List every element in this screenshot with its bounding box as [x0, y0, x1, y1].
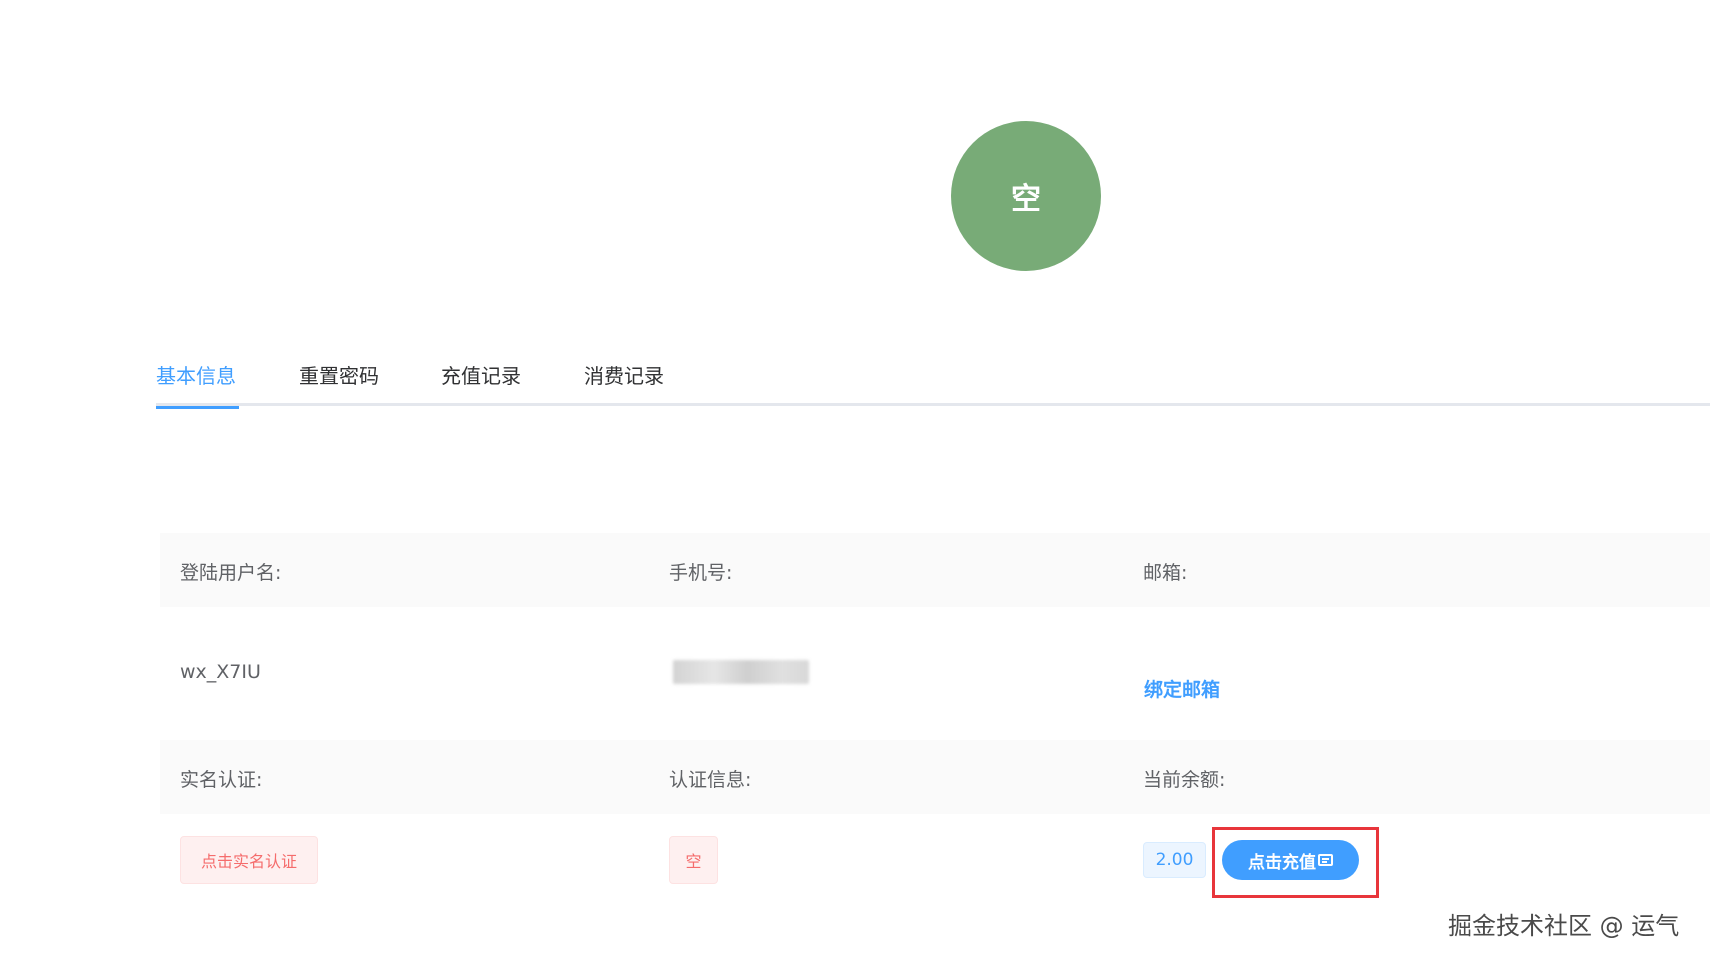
balance-value: 2.00: [1155, 850, 1194, 870]
cert-info-tag: 空: [669, 836, 718, 884]
tab-label: 消费记录: [584, 364, 664, 388]
recharge-button[interactable]: 点击充值: [1222, 840, 1359, 880]
info-label-row-2: [160, 740, 1710, 814]
username-value: wx_X7IU: [180, 661, 261, 683]
realname-verify-label: 点击实名认证: [200, 852, 297, 871]
bind-email-link[interactable]: 绑定邮箱: [1144, 675, 1220, 702]
email-label: 邮箱:: [1143, 562, 1188, 584]
balance-tag: 2.00: [1143, 842, 1206, 878]
user-profile-page: 空 基本信息 重置密码 充值记录 消费记录 登陆用户名: 手机号: 邮箱: wx…: [0, 0, 1710, 962]
username-label: 登陆用户名:: [180, 562, 282, 584]
cert-info-label: 认证信息:: [669, 769, 752, 791]
watermark: 掘金技术社区 @ 运气: [1448, 912, 1680, 940]
tab-reset-password[interactable]: 重置密码: [299, 356, 379, 406]
avatar-text: 空: [1011, 182, 1041, 217]
realname-label: 实名认证:: [180, 769, 263, 791]
tab-label: 充值记录: [441, 364, 521, 388]
phone-value-redacted: [673, 660, 809, 684]
wallet-icon: [1318, 854, 1333, 866]
tab-basic-info[interactable]: 基本信息: [156, 356, 239, 409]
tab-label: 基本信息: [156, 364, 236, 388]
realname-verify-button[interactable]: 点击实名认证: [180, 836, 318, 884]
balance-label: 当前余额:: [1143, 769, 1226, 791]
tab-recharge-records[interactable]: 充值记录: [441, 356, 521, 406]
tab-consumption-records[interactable]: 消费记录: [584, 356, 664, 406]
info-label-row-1: [160, 533, 1710, 607]
recharge-button-label: 点击充值: [1248, 852, 1316, 873]
tab-bar: 基本信息 重置密码 充值记录 消费记录: [156, 356, 1710, 409]
active-tab-indicator: [156, 406, 239, 409]
phone-label: 手机号:: [669, 562, 733, 584]
avatar: 空: [951, 121, 1101, 271]
tab-label: 重置密码: [299, 364, 379, 388]
cert-info-value: 空: [685, 852, 702, 871]
